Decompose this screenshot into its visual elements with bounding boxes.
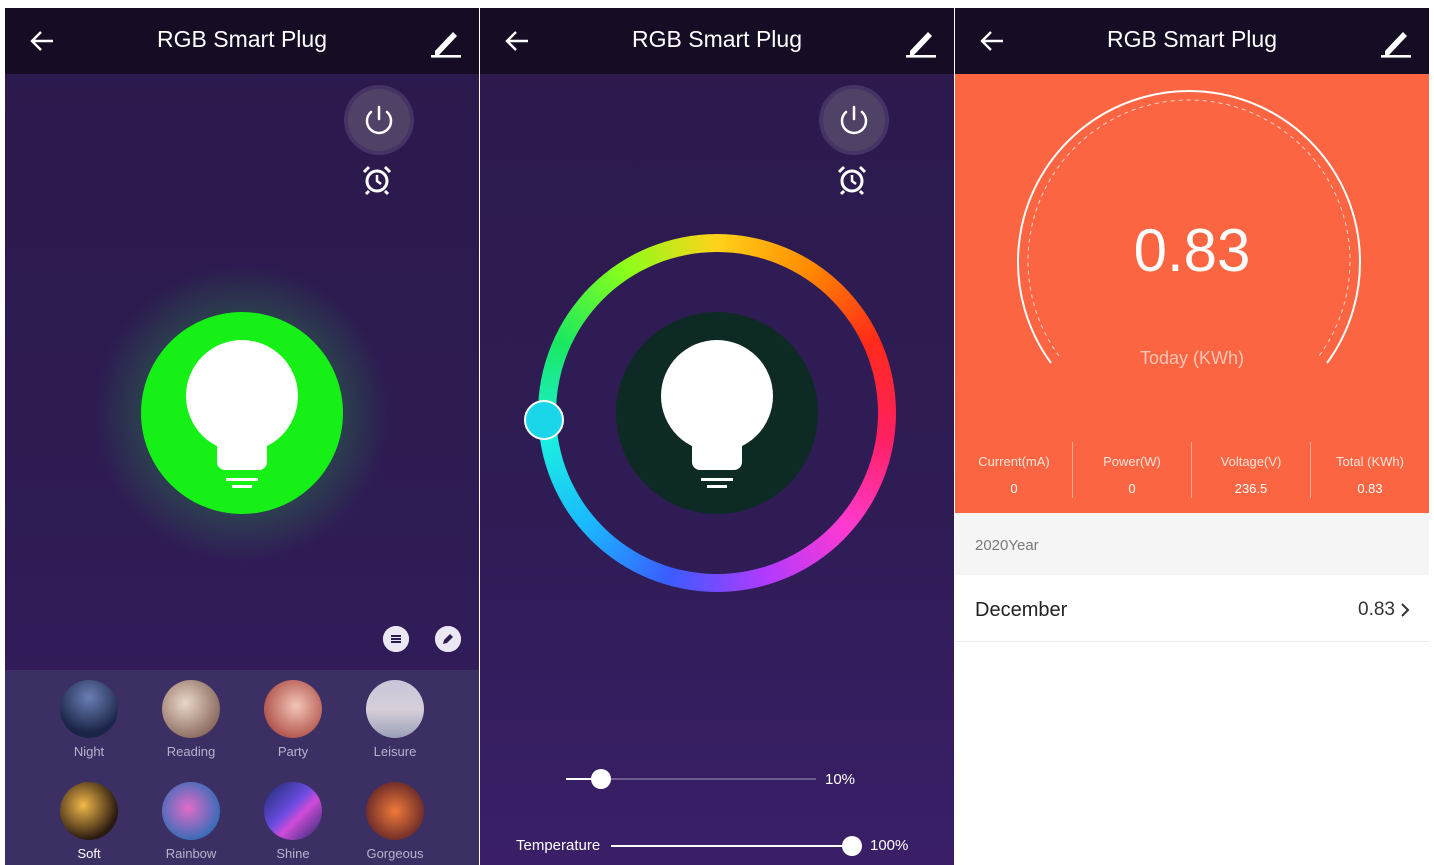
scene-label: Rainbow (165, 846, 217, 861)
scene-soft[interactable]: Soft (49, 782, 129, 861)
temperature-slider-track[interactable] (611, 845, 851, 847)
scene-label: Leisure (373, 744, 417, 759)
stat-value: 0 (1128, 481, 1136, 496)
scene-gorgeous-thumb (366, 782, 424, 840)
scene-soft-thumb (60, 782, 118, 840)
list-button[interactable] (383, 626, 409, 652)
year-header: 2020Year (955, 513, 1429, 575)
scene-night[interactable]: Night (49, 680, 129, 759)
temperature-value: 100% (870, 837, 909, 854)
month-row[interactable]: December 0.83 (955, 575, 1429, 642)
month-name: December (975, 599, 1068, 621)
bulb-button[interactable] (616, 312, 818, 514)
scene-reading-thumb (162, 680, 220, 738)
stat-current: Current(mA) 0 (955, 454, 1073, 496)
header: RGB Smart Plug (5, 8, 479, 74)
power-icon (365, 105, 393, 135)
stat-label: Voltage(V) (1220, 454, 1282, 469)
panel-color-mode: RGB Smart Plug 10% Temperature 100% (480, 8, 954, 865)
scene-label: Reading (166, 744, 216, 759)
pencil-icon[interactable] (904, 24, 938, 60)
page-title: RGB Smart Plug (1107, 26, 1277, 52)
edit-scene-button[interactable] (435, 626, 461, 652)
header: RGB Smart Plug (955, 8, 1429, 74)
year-label: 2020Year (975, 537, 1039, 554)
energy-gauge: 0.83 Today (KWh) Current(mA) 0 Power(W) … (955, 74, 1429, 513)
header: RGB Smart Plug (480, 8, 954, 74)
scene-leisure[interactable]: Leisure (355, 680, 435, 759)
brightness-value: 10% (825, 771, 856, 788)
scene-rainbow[interactable]: Rainbow (151, 782, 231, 861)
color-picker-knob[interactable] (524, 400, 564, 440)
scene-party[interactable]: Party (253, 680, 333, 759)
temperature-label: Temperature (516, 837, 601, 854)
light-bulb-icon (186, 340, 298, 488)
alarm-clock-icon[interactable] (836, 164, 868, 196)
gauge-arc (1017, 90, 1361, 364)
scene-label: Party (277, 744, 309, 759)
power-button[interactable] (348, 89, 410, 151)
stat-label: Power(W) (1103, 454, 1161, 469)
stat-power: Power(W) 0 (1073, 454, 1191, 496)
panel-scene-mode: RGB Smart Plug Night Reading Party Leisu… (5, 8, 479, 865)
scene-shine-thumb (264, 782, 322, 840)
scene-label: Soft (77, 846, 101, 861)
stat-value: 236.5 (1234, 481, 1268, 496)
stat-label: Current(mA) (978, 454, 1050, 469)
panel-energy: RGB Smart Plug 0.83 Today (KWh) Current(… (955, 8, 1429, 865)
scene-gorgeous[interactable]: Gorgeous (355, 782, 435, 861)
scene-label: Shine (276, 846, 310, 861)
stat-total: Total (KWh) 0.83 (1311, 454, 1429, 496)
chevron-right-icon (1401, 603, 1410, 617)
page-title: RGB Smart Plug (632, 26, 802, 52)
power-button[interactable] (823, 89, 885, 151)
scene-party-thumb (264, 680, 322, 738)
alarm-clock-icon[interactable] (361, 164, 393, 196)
scene-label: Night (73, 744, 105, 759)
page-title: RGB Smart Plug (157, 26, 327, 52)
month-value: 0.83 (1358, 599, 1395, 620)
scene-leisure-thumb (366, 680, 424, 738)
pencil-icon (435, 626, 461, 652)
scene-rainbow-thumb (162, 782, 220, 840)
gauge-label: Today (KWh) (1139, 348, 1245, 368)
scene-night-thumb (60, 680, 118, 738)
stat-value: 0 (1010, 481, 1018, 496)
pencil-icon[interactable] (1379, 24, 1413, 60)
bulb-button[interactable] (141, 312, 343, 514)
light-bulb-icon (661, 340, 773, 488)
stat-voltage: Voltage(V) 236.5 (1192, 454, 1310, 496)
scene-shine[interactable]: Shine (253, 782, 333, 861)
brightness-slider-knob[interactable] (591, 769, 611, 789)
scene-tray: Night Reading Party Leisure Soft Rainbow… (5, 670, 479, 865)
stat-label: Total (KWh) (1336, 454, 1404, 469)
list-icon (383, 626, 409, 652)
scene-label: Gorgeous (366, 846, 424, 861)
stat-value: 0.83 (1357, 481, 1383, 496)
gauge-value: 0.83 (1133, 217, 1251, 284)
power-icon (840, 105, 868, 135)
temperature-slider-knob[interactable] (842, 836, 862, 856)
scene-reading[interactable]: Reading (151, 680, 231, 759)
pencil-icon[interactable] (429, 24, 463, 60)
